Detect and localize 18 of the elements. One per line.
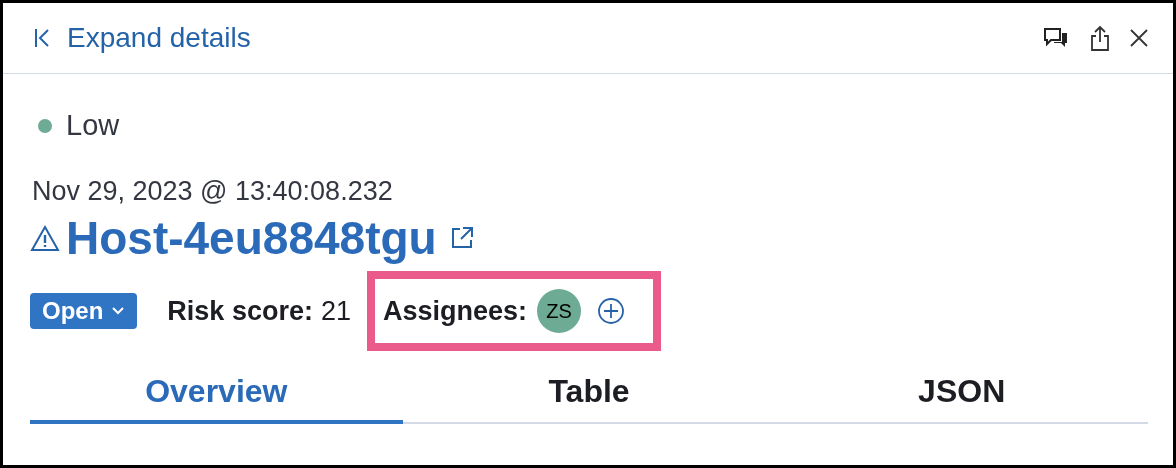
tab[interactable]: Table	[402, 361, 776, 424]
expand-details-button[interactable]: Expand details	[33, 22, 251, 54]
collapse-left-icon	[33, 27, 51, 49]
tab[interactable]: JSON	[775, 361, 1148, 424]
severity-label: Low	[66, 109, 120, 142]
tab[interactable]: Overview	[30, 361, 403, 424]
assignees-label: Assignees:	[382, 295, 528, 327]
host-title[interactable]: Host-4eu8848tgu	[66, 211, 437, 265]
risk-score-label: Risk score:	[167, 295, 313, 327]
share-icon[interactable]	[1089, 24, 1111, 52]
warning-icon	[30, 224, 60, 252]
add-icon[interactable]	[597, 297, 626, 325]
status-dropdown[interactable]: Open	[30, 293, 138, 329]
user-avatar[interactable]: ZS	[537, 289, 582, 333]
risk-score-value: 21	[320, 295, 351, 327]
chevron-down-icon	[111, 306, 126, 316]
timestamp: Nov 29, 2023 @ 13:40:08.232	[31, 176, 394, 207]
close-icon[interactable]	[1129, 28, 1149, 48]
